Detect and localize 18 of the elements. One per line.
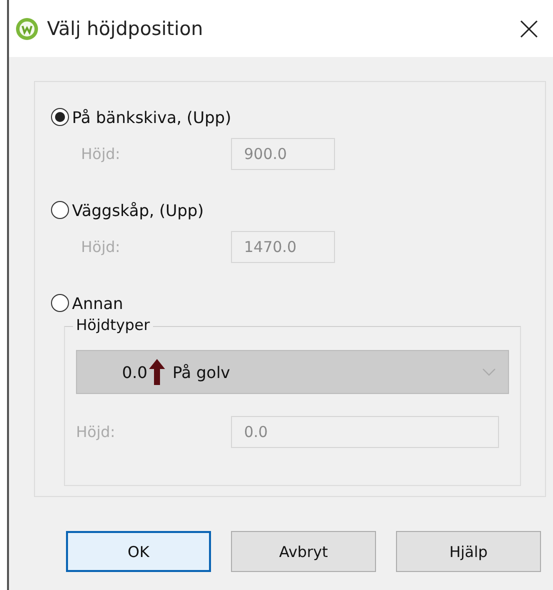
dialog-button[interactable]: OK: [66, 531, 211, 572]
close-icon[interactable]: [519, 18, 539, 38]
dialog-button[interactable]: Avbryt: [231, 531, 376, 572]
field-label: Höjd:: [81, 238, 122, 256]
radio-button[interactable]: [51, 201, 69, 219]
field-label: Höjd:: [81, 145, 122, 163]
field-label: Höjd:: [76, 423, 116, 441]
arrow-up-icon: [148, 358, 166, 386]
app-logo-icon: [15, 16, 39, 40]
dialog-button[interactable]: Hjälp: [396, 531, 541, 572]
radio-label[interactable]: Väggskåp, (Upp): [72, 200, 204, 220]
radio-button[interactable]: [51, 294, 69, 312]
radio-button[interactable]: [51, 108, 69, 126]
group-title: Höjdtyper: [73, 316, 153, 334]
radio-label[interactable]: Annan: [72, 294, 124, 312]
window-title: Välj höjdposition: [47, 18, 204, 40]
radio-label[interactable]: På bänkskiva, (Upp): [72, 108, 232, 126]
chevron-down-icon: [482, 368, 496, 376]
